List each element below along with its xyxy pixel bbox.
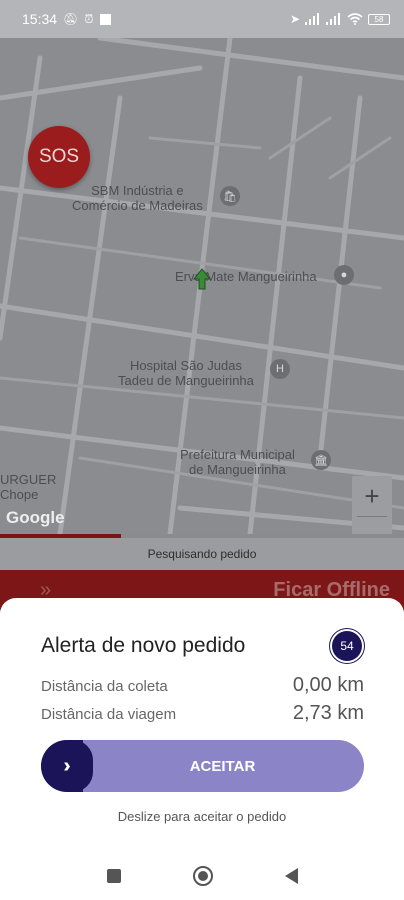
map-view[interactable]: SOS SBM Indústria e Comércio de Madeiras… (0, 38, 404, 534)
status-bar: 15:34 🔕︎ ⏰︎ ➤ 58 (0, 0, 404, 38)
back-icon[interactable] (284, 868, 298, 884)
alarm-icon: ⏰︎ (84, 12, 94, 26)
map-place-label: Prefeitura Municipal de Mangueirinha (180, 447, 295, 477)
sos-button[interactable]: SOS (28, 126, 90, 188)
status-time: 15:34 (22, 11, 58, 27)
pickup-distance-row: Distância da coleta 0,00 km (41, 674, 364, 697)
zoom-out-button[interactable]: − (352, 517, 392, 535)
pin-icon: ● (334, 265, 354, 285)
sheet-title: Alerta de novo pedido (41, 634, 246, 657)
trip-distance-value: 2,73 km (292, 702, 364, 724)
pickup-distance-label: Distância da coleta (41, 678, 168, 695)
signal-icon (326, 13, 340, 25)
vehicle-arrow-icon (192, 268, 212, 290)
map-place-label: SBM Indústria e Comércio de Madeiras (72, 183, 203, 213)
battery-icon: 58 (368, 13, 390, 25)
wifi-icon (347, 13, 363, 25)
map-place-label: Hospital São Judas Tadeu de Mangueirinha (118, 358, 254, 388)
zoom-controls: + − (352, 476, 392, 534)
countdown-timer: 54 (332, 631, 362, 661)
google-logo: Google (6, 508, 65, 527)
notifications-off-icon: 🔕︎ (63, 12, 79, 26)
government-icon: 🏛︎ (311, 450, 331, 470)
trip-distance-label: Distância da viagem (41, 706, 177, 723)
signal-icon (305, 13, 319, 25)
square-icon (99, 13, 111, 25)
recents-icon[interactable] (106, 869, 121, 883)
search-status: Pesquisando pedido (0, 538, 404, 570)
navigation-icon: ➤ (289, 12, 300, 26)
swipe-hint: Deslize para aceitar o pedido (117, 809, 287, 824)
shop-icon: 🛍︎ (220, 186, 240, 206)
trip-distance-row: Distância da viagem 2,73 km (41, 702, 364, 725)
home-icon[interactable] (192, 866, 213, 886)
new-order-sheet: Alerta de novo pedido 54 Distância da co… (0, 598, 404, 900)
map-place-label: URGUER Chope (0, 472, 57, 502)
zoom-in-button[interactable]: + (352, 476, 392, 516)
hospital-icon: H (270, 359, 290, 379)
pickup-distance-value: 0,00 km (292, 674, 364, 696)
accept-slider[interactable]: ACEITAR ›› (41, 740, 364, 792)
android-nav-bar (0, 856, 404, 896)
battery-level: 58 (374, 14, 384, 24)
double-chevron-icon: ›› (63, 754, 72, 777)
